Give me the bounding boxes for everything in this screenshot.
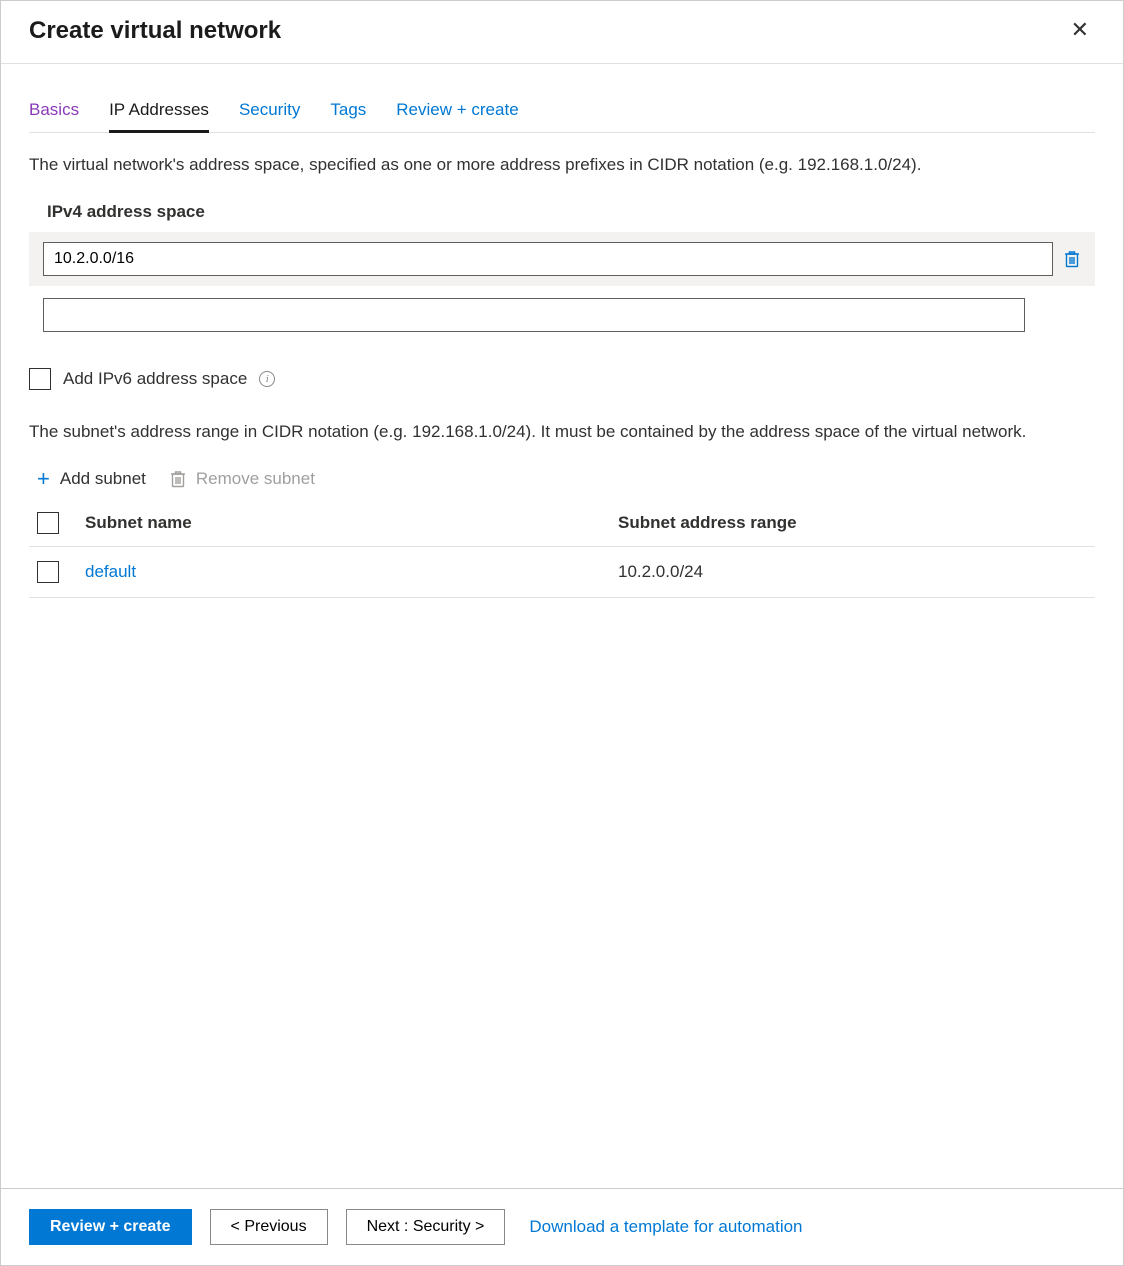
address-space-description: The virtual network's address space, spe… (29, 153, 1095, 178)
add-subnet-button[interactable]: + Add subnet (37, 468, 146, 490)
tab-security[interactable]: Security (239, 92, 300, 133)
table-row: default 10.2.0.0/24 (29, 547, 1095, 598)
address-space-input-0[interactable] (43, 242, 1053, 276)
column-subnet-name: Subnet name (77, 500, 610, 547)
download-template-link[interactable]: Download a template for automation (529, 1217, 802, 1237)
remove-subnet-button: Remove subnet (170, 469, 315, 489)
add-subnet-label: Add subnet (60, 469, 146, 489)
remove-subnet-label: Remove subnet (196, 469, 315, 489)
panel-content: Basics IP Addresses Security Tags Review… (1, 92, 1123, 598)
panel-header: Create virtual network ✕ (1, 1, 1123, 64)
tab-bar: Basics IP Addresses Security Tags Review… (29, 92, 1095, 133)
column-subnet-range: Subnet address range (610, 500, 1095, 547)
address-space-block (29, 232, 1095, 286)
tab-ip-addresses[interactable]: IP Addresses (109, 92, 209, 133)
ipv6-checkbox-label: Add IPv6 address space (63, 369, 247, 389)
ipv6-checkbox[interactable] (29, 368, 51, 390)
trash-icon[interactable] (1063, 250, 1081, 268)
previous-button[interactable]: < Previous (210, 1209, 328, 1245)
select-all-checkbox[interactable] (37, 512, 59, 534)
address-space-input-1[interactable] (43, 298, 1025, 332)
row-checkbox[interactable] (37, 561, 59, 583)
tab-review-create[interactable]: Review + create (396, 92, 518, 133)
address-space-row (39, 242, 1085, 276)
subnet-toolbar: + Add subnet Remove subnet (37, 468, 1095, 490)
close-icon[interactable]: ✕ (1065, 17, 1095, 43)
next-button[interactable]: Next : Security > (346, 1209, 506, 1245)
trash-icon (170, 470, 186, 488)
page-title: Create virtual network (29, 17, 281, 45)
subnet-table: Subnet name Subnet address range default… (29, 500, 1095, 598)
ipv6-checkbox-row: Add IPv6 address space i (29, 368, 1095, 390)
plus-icon: + (37, 468, 50, 490)
tab-tags[interactable]: Tags (330, 92, 366, 133)
tab-basics[interactable]: Basics (29, 92, 79, 133)
ipv4-address-space-label: IPv4 address space (47, 202, 1095, 222)
review-create-button[interactable]: Review + create (29, 1209, 192, 1245)
subnet-name-link[interactable]: default (85, 562, 136, 581)
info-icon[interactable]: i (259, 371, 275, 387)
subnet-range-cell: 10.2.0.0/24 (610, 547, 1095, 598)
panel-footer: Review + create < Previous Next : Securi… (1, 1188, 1123, 1265)
subnet-description: The subnet's address range in CIDR notat… (29, 420, 1095, 445)
